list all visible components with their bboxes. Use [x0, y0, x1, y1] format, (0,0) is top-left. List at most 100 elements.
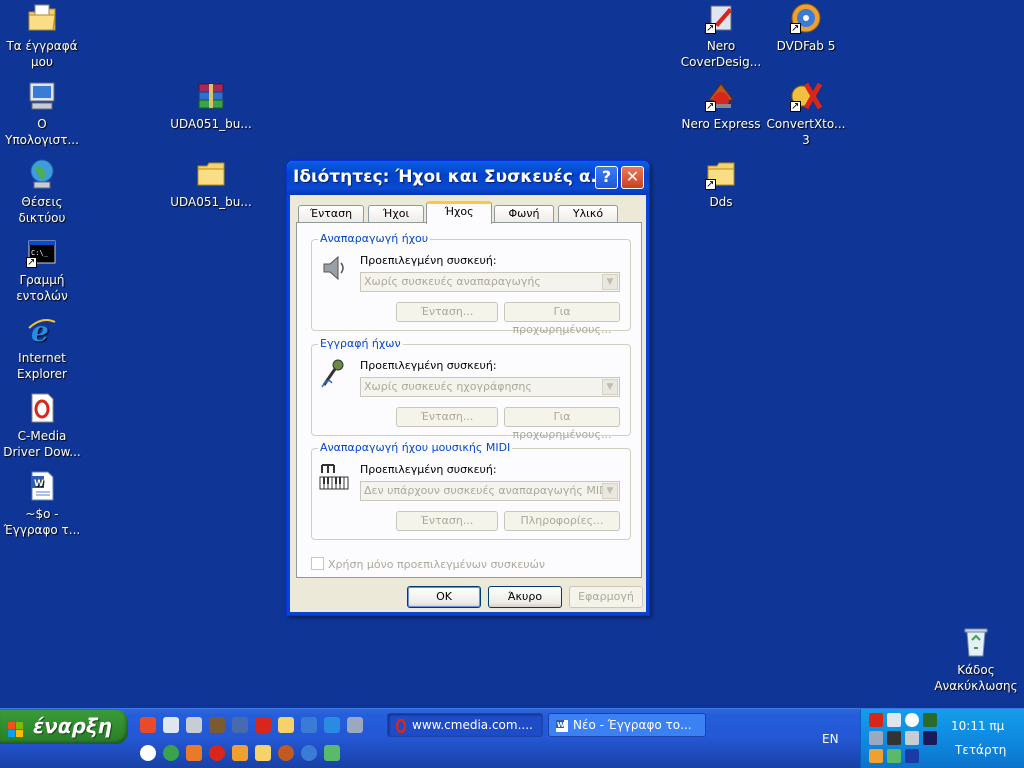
script-icon[interactable]: [232, 717, 248, 733]
tab-audio[interactable]: Ήχος: [426, 201, 492, 224]
recording-device-select[interactable]: Χωρίς συσκευές ηχογράφησης ▼: [360, 377, 620, 397]
tray-blue-icon[interactable]: [905, 749, 919, 763]
desktop-icon-convertxtodvd[interactable]: ConvertXto... 3: [764, 80, 848, 148]
chevron-down-icon: ▼: [602, 483, 618, 499]
desktop-icon-uda-folder[interactable]: UDA051_bu...: [169, 158, 253, 210]
playback-device-select[interactable]: Χωρίς συσκευές αναπαραγωγής ▼: [360, 272, 620, 292]
desktop-icon-label: C-Media Driver Dow...: [3, 429, 81, 459]
media-player-icon[interactable]: [140, 717, 156, 733]
ok-button[interactable]: OK: [407, 586, 481, 608]
messenger-icon[interactable]: [163, 745, 179, 761]
cancel-button[interactable]: Άκυρο: [488, 586, 562, 608]
desktop-icon-dds[interactable]: Dds: [679, 158, 763, 210]
desktop-icon-internet-explorer[interactable]: e Internet Explorer: [0, 314, 84, 382]
apply-button[interactable]: Εφαρμογή: [569, 586, 643, 608]
midi-about-button[interactable]: Πληροφορίες...: [504, 511, 620, 531]
nero-express-icon: [705, 80, 737, 115]
download-icon[interactable]: [140, 745, 156, 761]
outlook-express-icon[interactable]: [163, 717, 179, 733]
playback-device-value: Χωρίς συσκευές αναπαραγωγής: [364, 275, 541, 288]
shortcut-arrow-icon: [705, 21, 716, 37]
tray-monitor-icon[interactable]: [923, 713, 937, 727]
chevron-down-icon: ▼: [602, 274, 618, 290]
taskbar: έναρξη www.cmedia.com.... W Νέο - Έγγραφ…: [0, 708, 1024, 768]
help-button[interactable]: ?: [595, 166, 618, 189]
close-x-icon[interactable]: [255, 717, 271, 733]
taskbar-button-cmedia[interactable]: www.cmedia.com....: [387, 713, 543, 737]
midi-device-select[interactable]: Δεν υπάρχουν συσκευές αναπαραγωγής MIDI …: [360, 481, 620, 501]
tab-sounds[interactable]: Ήχοι: [368, 205, 424, 223]
clock-time[interactable]: 10:11 πμ: [951, 719, 1004, 733]
group-title: Αναπαραγωγή ήχου: [318, 232, 431, 245]
language-indicator[interactable]: EN: [822, 732, 839, 746]
recycle-icon[interactable]: [324, 745, 340, 761]
taskbar-button-word[interactable]: W Νέο - Έγγραφο το...: [548, 713, 706, 737]
dialog-body: Ένταση Ήχοι Ήχος Φωνή Υλικό Αναπαραγωγή …: [287, 195, 649, 615]
desktop-icon-label: Internet Explorer: [17, 351, 67, 381]
shortcut-arrow-icon: [705, 99, 716, 115]
nero-icon[interactable]: [278, 745, 294, 761]
checkbox-box[interactable]: [311, 557, 324, 570]
desktop-icon-my-computer[interactable]: Ο Υπολογιστ...: [0, 80, 84, 148]
tab-volume[interactable]: Ένταση: [298, 205, 364, 223]
tray-network-icon[interactable]: [887, 713, 901, 727]
sound-playback-group: Αναπαραγωγή ήχου Προεπιλεγμένη συσκευή: …: [311, 232, 631, 336]
opera-icon[interactable]: [209, 745, 225, 761]
tray-green-icon[interactable]: [887, 749, 901, 763]
paint-icon[interactable]: [232, 745, 248, 761]
internet-explorer-icon[interactable]: [324, 717, 340, 733]
tray-download-icon[interactable]: [905, 713, 919, 727]
desktop-icon-nero-express[interactable]: Nero Express: [679, 80, 763, 132]
desktop-icon-cmedia-driver[interactable]: C-Media Driver Dow...: [0, 392, 84, 460]
svg-text:W: W: [34, 479, 44, 489]
dialog-titlebar[interactable]: Ιδιότητες: Ήχοι και Συσκευές α... ? ✕: [287, 161, 649, 195]
start-label: έναρξη: [33, 714, 112, 738]
sound-properties-dialog: Ιδιότητες: Ήχοι και Συσκευές α... ? ✕ Έν…: [286, 160, 650, 616]
desktop-icon-label: Nero CoverDesig...: [680, 39, 762, 69]
desktop-icon-command-prompt[interactable]: C:\_ Γραμμή εντολών: [0, 236, 84, 304]
desktop-icon-my-documents[interactable]: Τα έγγραφά μου: [0, 2, 84, 70]
clock-icon[interactable]: [255, 745, 271, 761]
network-places-icon: [26, 158, 58, 190]
folder-icon[interactable]: [278, 717, 294, 733]
desktop-icon-label: Ο Υπολογιστ...: [5, 117, 79, 147]
start-button[interactable]: έναρξη: [0, 710, 128, 744]
desktop-icon-recycle-bin[interactable]: Κάδος Ανακύκλωσης: [934, 626, 1018, 694]
use-default-devices-checkbox[interactable]: Χρήση μόνο προεπιλεγμένων συσκευών: [311, 557, 545, 571]
save-disk-icon[interactable]: [186, 717, 202, 733]
windows-logo-icon: [8, 719, 24, 737]
desktop-icon-label: Τα έγγραφά μου: [6, 39, 78, 69]
tray-drive-icon[interactable]: [905, 731, 919, 745]
desktop-icon-network-places[interactable]: Θέσεις δικτύου: [0, 158, 84, 226]
playback-volume-button[interactable]: Ένταση...: [396, 302, 498, 322]
tray-xear3d-icon[interactable]: [923, 731, 937, 745]
desktop-icon-uda-archive[interactable]: UDA051_bu...: [169, 80, 253, 132]
my-computer-icon: [26, 80, 58, 112]
recording-volume-button[interactable]: Ένταση...: [396, 407, 498, 427]
network-icon[interactable]: [301, 717, 317, 733]
library-icon[interactable]: [209, 717, 225, 733]
shortcut-arrow-icon: [790, 21, 801, 37]
close-button[interactable]: ✕: [621, 166, 644, 189]
desktop-icon-label: Θέσεις δικτύου: [18, 195, 66, 225]
tray-app-icon[interactable]: [869, 713, 883, 727]
dvd-icon[interactable]: [301, 745, 317, 761]
tray-usb-icon[interactable]: [869, 731, 883, 745]
playback-advanced-button[interactable]: Για προχωρημένους...: [504, 302, 620, 336]
tools-icon[interactable]: [186, 745, 202, 761]
midi-volume-button[interactable]: Ένταση...: [396, 511, 498, 531]
my-documents-icon: [26, 2, 58, 34]
desktop-icon-dvdfab[interactable]: DVDFab 5: [764, 2, 848, 54]
desktop-icon-word-temp[interactable]: W ~$ο - Έγγραφο τ...: [0, 470, 84, 538]
tray-printer-icon[interactable]: [887, 731, 901, 745]
dialog-title: Ιδιότητες: Ήχοι και Συσκευές α...: [293, 167, 610, 187]
recording-advanced-button[interactable]: Για προχωρημένους...: [504, 407, 620, 441]
tray-tool-icon[interactable]: [869, 749, 883, 763]
tab-voice[interactable]: Φωνή: [494, 205, 554, 223]
tab-hardware[interactable]: Υλικό: [558, 205, 618, 223]
desktop-icon-label: Nero Express: [681, 117, 761, 131]
nero-coverdesigner-icon: [705, 2, 737, 37]
desktop-icon-nero-coverdesigner[interactable]: Nero CoverDesig...: [679, 2, 763, 70]
network-share-icon[interactable]: [347, 717, 363, 733]
folder-icon: [195, 158, 227, 190]
